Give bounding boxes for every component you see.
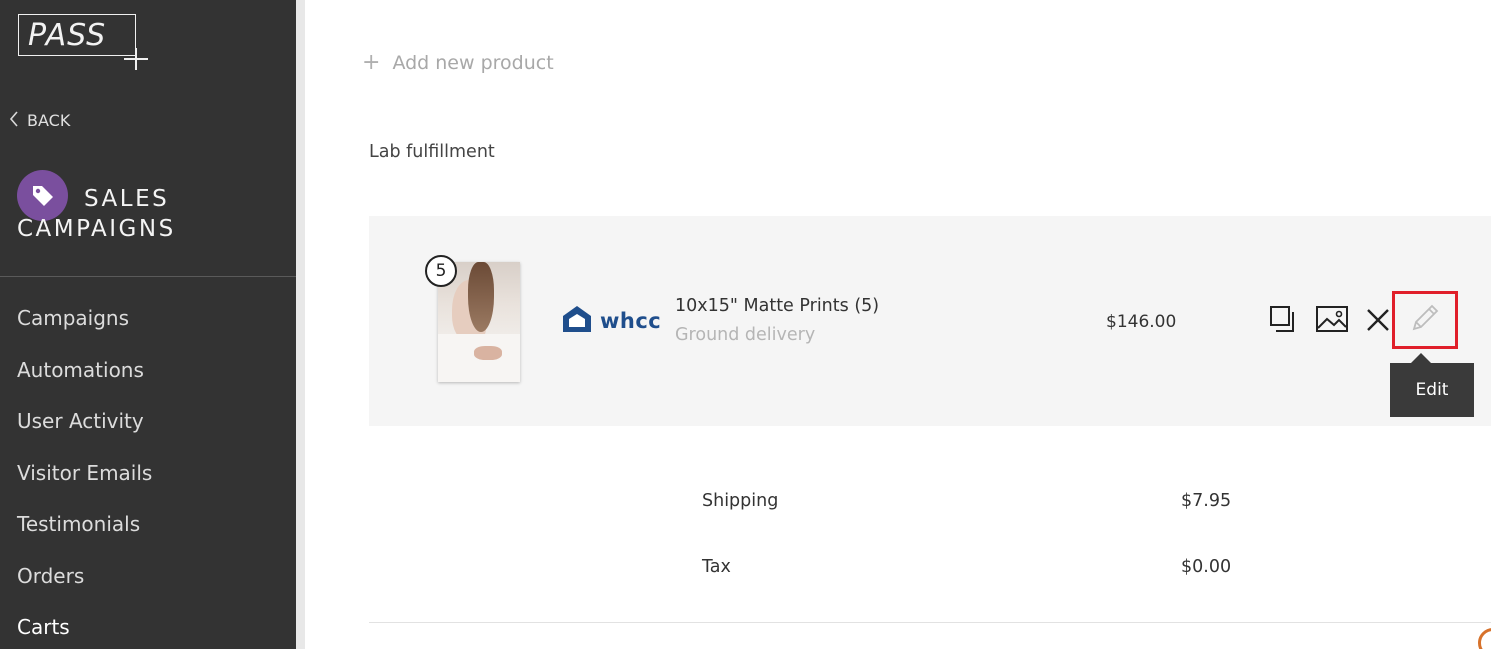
add-product-label: Add new product xyxy=(392,51,554,74)
section-title: SALES CAMPAIGNS xyxy=(17,184,277,244)
edit-tooltip: Edit xyxy=(1390,363,1474,417)
house-icon xyxy=(562,305,592,337)
sidebar-item-testimonials[interactable]: Testimonials xyxy=(17,506,152,558)
photo-hair xyxy=(468,262,494,332)
tax-value: $0.00 xyxy=(1181,557,1232,577)
product-name: 10x15" Matte Prints (5) xyxy=(675,296,880,316)
product-row: 5 whcc 10x15" Matte Prints (5) Ground de… xyxy=(369,216,1491,426)
sidebar-nav: Campaigns Automations User Activity Visi… xyxy=(17,300,152,649)
close-icon xyxy=(1365,307,1391,337)
image-icon xyxy=(1315,305,1349,337)
duplicate-button[interactable] xyxy=(1266,304,1300,338)
product-price: $146.00 xyxy=(1106,312,1177,332)
remove-button[interactable] xyxy=(1362,306,1394,338)
section-title-line1: SALES xyxy=(84,186,170,212)
change-image-button[interactable] xyxy=(1314,304,1350,338)
sidebar-item-visitor-emails[interactable]: Visitor Emails xyxy=(17,455,152,507)
summary-divider xyxy=(369,622,1491,623)
sidebar-item-carts[interactable]: Carts xyxy=(17,609,152,649)
duplicate-icon xyxy=(1268,304,1298,338)
shipping-label: Shipping xyxy=(702,491,779,511)
sidebar-item-campaigns[interactable]: Campaigns xyxy=(17,300,152,352)
help-widget[interactable] xyxy=(1478,628,1491,649)
tax-label: Tax xyxy=(702,557,731,577)
chevron-left-icon xyxy=(9,111,19,130)
shipping-value: $7.95 xyxy=(1181,491,1232,511)
back-link[interactable]: BACK xyxy=(9,111,70,130)
sidebar-item-orders[interactable]: Orders xyxy=(17,558,152,610)
sidebar-item-user-activity[interactable]: User Activity xyxy=(17,403,152,455)
quantity-badge: 5 xyxy=(425,255,457,287)
fulfillment-heading: Lab fulfillment xyxy=(369,142,495,162)
sidebar-gutter xyxy=(296,0,305,649)
pencil-icon xyxy=(1408,301,1442,339)
logo-plus-vertical xyxy=(135,48,137,70)
vendor-name: whcc xyxy=(600,309,662,333)
sidebar: PASS BACK SALES CAMPAIGNS Campaigns Auto… xyxy=(0,0,296,649)
sidebar-divider xyxy=(0,276,296,277)
app-root: PASS BACK SALES CAMPAIGNS Campaigns Auto… xyxy=(0,0,1491,649)
edit-button[interactable] xyxy=(1392,291,1458,349)
photo-hands xyxy=(474,346,502,360)
plus-icon: + xyxy=(362,50,381,75)
add-product-button[interactable]: + Add new product xyxy=(362,50,554,75)
pass-logo[interactable]: PASS xyxy=(18,14,148,70)
sidebar-item-automations[interactable]: Automations xyxy=(17,352,152,404)
vendor-logo: whcc xyxy=(562,305,661,337)
back-label: BACK xyxy=(27,111,71,130)
delivery-method: Ground delivery xyxy=(675,325,816,345)
section-title-line2: CAMPAIGNS xyxy=(17,216,176,242)
logo-text: PASS xyxy=(28,18,107,53)
